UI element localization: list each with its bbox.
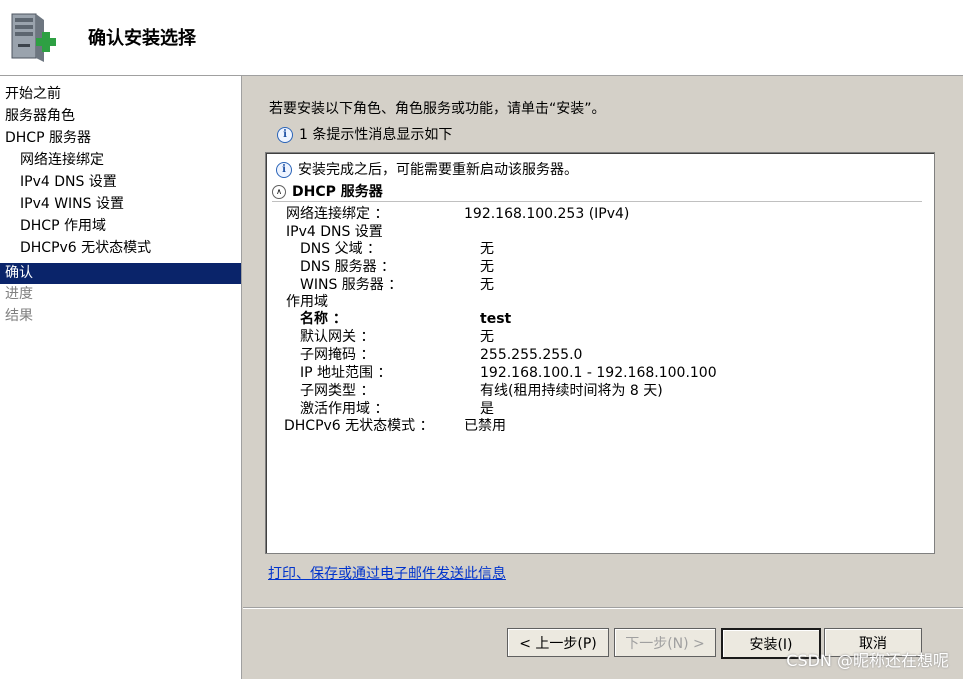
nav-item-dhcp-scope[interactable]: DHCP 作用域	[0, 216, 241, 237]
detail-label: DNS 父域 ：	[300, 241, 382, 257]
detail-value: 192.168.100.253 (IPv4)	[464, 206, 630, 222]
nav-label: 开始之前	[5, 86, 61, 102]
nav-label: 确认	[5, 265, 33, 281]
detail-value: 无	[480, 277, 494, 293]
restart-note: i 安装完成之后，可能需要重新启动该服务器。	[276, 159, 578, 179]
nav-item-dhcp-server[interactable]: DHCP 服务器	[0, 128, 241, 149]
info-count-text: 1 条提示性消息显示如下	[299, 127, 453, 143]
wizard-steps-sidebar: 开始之前 服务器角色 DHCP 服务器 网络连接绑定 IPv4 DNS 设置 I…	[0, 76, 242, 679]
nav-label: DHCP 服务器	[5, 130, 91, 146]
detail-value: 无	[480, 329, 494, 345]
footer-separator	[243, 607, 963, 609]
info-icon: i	[277, 127, 293, 143]
server-add-icon	[11, 13, 56, 62]
main-content: 若要安装以下角色、角色服务或功能，请单击“安装”。 i1 条提示性消息显示如下 …	[243, 76, 963, 679]
detail-label: 激活作用域 ：	[300, 401, 389, 417]
collapse-icon[interactable]: ∧	[272, 185, 286, 199]
page-title: 确认安装选择	[88, 28, 196, 49]
detail-label: IP 地址范围 ：	[300, 365, 392, 381]
info-message-count: i 1 条提示性消息显示如下	[277, 124, 452, 144]
restart-note-text: 安装完成之后，可能需要重新启动该服务器。	[298, 162, 578, 178]
nav-label: 服务器角色	[5, 108, 75, 124]
nav-item-server-roles[interactable]: 服务器角色	[0, 106, 241, 127]
detail-value: 无	[480, 259, 494, 275]
intro-text: 若要安装以下角色、角色服务或功能，请单击“安装”。	[269, 101, 606, 117]
detail-value: 有线(租用持续时间将为 8 天)	[480, 383, 663, 399]
detail-label: 作用域	[286, 294, 328, 310]
nav-item-ipv4-dns[interactable]: IPv4 DNS 设置	[0, 172, 241, 193]
nav-item-progress: 进度	[0, 284, 241, 305]
detail-value: 192.168.100.1 - 192.168.100.100	[480, 365, 717, 381]
section-title: DHCP 服务器	[292, 184, 383, 200]
nav-label: DHCPv6 无状态模式	[20, 240, 152, 256]
detail-label: IPv4 DNS 设置	[286, 224, 383, 240]
watermark: CSDN @昵称还在想呢	[786, 651, 949, 670]
detail-label: WINS 服务器 ：	[300, 277, 403, 293]
nav-item-results: 结果	[0, 306, 241, 327]
detail-label: 子网类型 ：	[300, 383, 375, 399]
nav-label: 进度	[5, 286, 33, 302]
next-button: 下一步(N) >	[614, 628, 716, 657]
detail-value: 255.255.255.0	[480, 347, 583, 363]
print-save-email-link[interactable]: 打印、保存或通过电子邮件发送此信息	[268, 563, 506, 583]
detail-label: 网络连接绑定 ：	[286, 206, 389, 222]
nav-label: 网络连接绑定	[20, 152, 104, 168]
nav-item-network-binding[interactable]: 网络连接绑定	[0, 150, 241, 171]
nav-label: IPv4 DNS 设置	[20, 174, 117, 190]
detail-value: 无	[480, 241, 494, 257]
nav-label: 结果	[5, 308, 33, 324]
confirmation-details-panel[interactable]: i 安装完成之后，可能需要重新启动该服务器。 ∧ DHCP 服务器 网络连接绑定 ：…	[265, 152, 935, 554]
detail-label: 子网掩码 ：	[300, 347, 375, 363]
detail-value: test	[480, 311, 512, 327]
detail-value: 已禁用	[464, 418, 506, 434]
detail-value: 是	[480, 401, 494, 417]
nav-item-ipv4-wins[interactable]: IPv4 WINS 设置	[0, 194, 241, 215]
wizard-header: 确认安装选择	[0, 0, 963, 76]
nav-label: IPv4 WINS 设置	[20, 196, 124, 212]
detail-label: DNS 服务器 ：	[300, 259, 396, 275]
detail-label: 名称 ：	[300, 311, 347, 327]
nav-item-before-you-begin[interactable]: 开始之前	[0, 84, 241, 105]
previous-button[interactable]: < 上一步(P)	[507, 628, 609, 657]
nav-item-confirm[interactable]: 确认	[0, 263, 241, 284]
dhcp-section-header[interactable]: ∧ DHCP 服务器	[272, 181, 383, 201]
info-icon: i	[276, 162, 292, 178]
nav-label: DHCP 作用域	[20, 218, 106, 234]
section-divider	[272, 201, 922, 202]
nav-item-dhcpv6[interactable]: DHCPv6 无状态模式	[0, 238, 241, 259]
detail-label: DHCPv6 无状态模式 ：	[284, 418, 434, 434]
detail-label: 默认网关 ：	[300, 329, 375, 345]
